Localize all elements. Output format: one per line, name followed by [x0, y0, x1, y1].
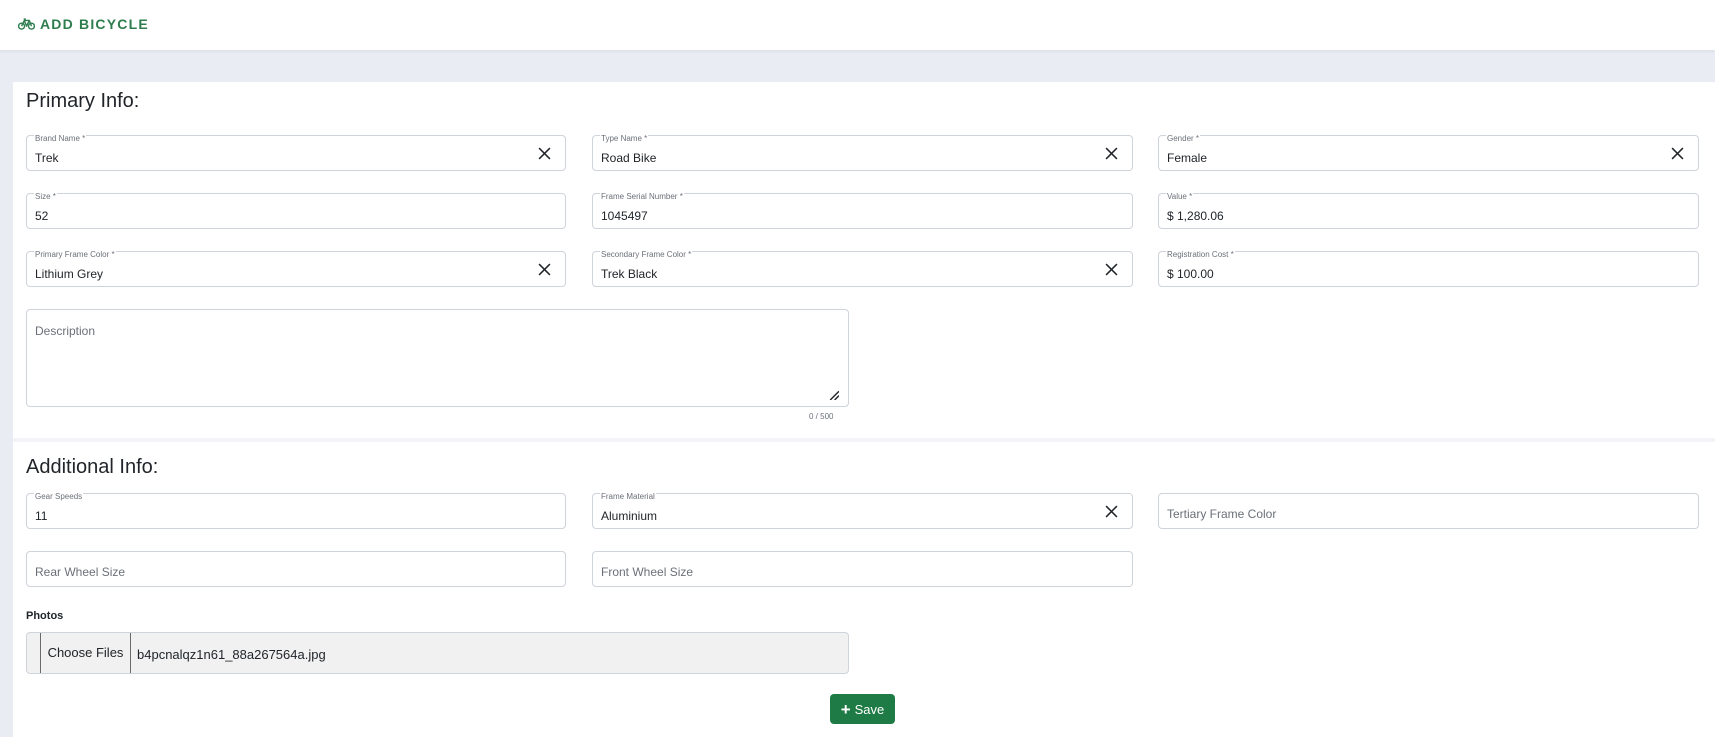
- description-textarea[interactable]: Description: [26, 309, 849, 407]
- choose-files-button[interactable]: Choose Files: [40, 633, 131, 673]
- frame-material-field[interactable]: Frame Material Aluminium: [592, 492, 1133, 529]
- page-title-text: ADD BICYCLE: [40, 16, 149, 32]
- top-bar: ADD BICYCLE: [0, 0, 1715, 51]
- gender-label: Gender *: [1166, 134, 1201, 144]
- value-value: $ 1,280.06: [1167, 209, 1224, 223]
- clear-primary-color-icon[interactable]: [538, 263, 551, 276]
- primary-info-title: Primary Info:: [26, 90, 140, 112]
- size-field[interactable]: Size * 52: [26, 192, 566, 229]
- description-counter: 0 / 500: [809, 412, 834, 421]
- registration-cost-value: $ 100.00: [1167, 267, 1214, 281]
- gender-value: Female: [1167, 151, 1208, 165]
- bicycle-form: Primary Info: Brand Name * Trek Type Nam…: [13, 82, 1715, 737]
- clear-secondary-color-icon[interactable]: [1105, 263, 1118, 276]
- registration-cost-field[interactable]: Registration Cost * $ 100.00: [1158, 250, 1699, 287]
- clear-frame-material-icon[interactable]: [1105, 505, 1118, 518]
- size-label: Size *: [34, 192, 57, 202]
- frame-serial-label: Frame Serial Number *: [600, 192, 684, 202]
- section-divider: [13, 438, 1715, 442]
- value-label: Value *: [1166, 192, 1194, 202]
- clear-gender-icon[interactable]: [1671, 147, 1684, 160]
- secondary-frame-color-field[interactable]: Secondary Frame Color * Trek Black: [592, 250, 1133, 287]
- save-button-label: Save: [854, 701, 885, 717]
- primary-frame-color-label: Primary Frame Color *: [34, 250, 116, 260]
- gear-speeds-label: Gear Speeds: [34, 492, 84, 502]
- gear-speeds-field[interactable]: Gear Speeds 11: [26, 492, 566, 529]
- front-wheel-size-placeholder: Front Wheel Size: [601, 565, 694, 579]
- frame-material-label: Frame Material: [600, 492, 656, 502]
- resize-handle-icon[interactable]: [828, 389, 839, 400]
- photos-file-input[interactable]: Choose Files b4pcnalqz1n61_88a267564a.jp…: [26, 632, 849, 674]
- type-name-value: Road Bike: [601, 151, 657, 165]
- primary-frame-color-value: Lithium Grey: [35, 267, 104, 281]
- brand-name-value: Trek: [35, 151, 59, 165]
- description-placeholder: Description: [35, 324, 96, 338]
- primary-frame-color-field[interactable]: Primary Frame Color * Lithium Grey: [26, 250, 566, 287]
- brand-name-label: Brand Name *: [34, 134, 87, 144]
- secondary-frame-color-value: Trek Black: [601, 267, 658, 281]
- brand-name-field[interactable]: Brand Name * Trek: [26, 134, 566, 171]
- frame-serial-value: 1045497: [601, 209, 648, 223]
- value-field[interactable]: Value * $ 1,280.06: [1158, 192, 1699, 229]
- front-wheel-size-field[interactable]: Front Wheel Size: [592, 551, 1133, 587]
- gear-speeds-value: 11: [35, 509, 48, 523]
- bicycle-icon: [18, 18, 35, 30]
- gender-field[interactable]: Gender * Female: [1158, 134, 1699, 171]
- page-title: ADD BICYCLE: [18, 16, 149, 32]
- photos-label: Photos: [26, 610, 64, 622]
- type-name-field[interactable]: Type Name * Road Bike: [592, 134, 1133, 171]
- additional-info-title: Additional Info:: [26, 456, 159, 478]
- type-name-label: Type Name *: [600, 134, 649, 144]
- rear-wheel-size-placeholder: Rear Wheel Size: [35, 565, 126, 579]
- selected-file-name: b4pcnalqz1n61_88a267564a.jpg: [137, 647, 326, 662]
- secondary-frame-color-label: Secondary Frame Color *: [600, 250, 693, 260]
- clear-brand-icon[interactable]: [538, 147, 551, 160]
- save-button[interactable]: + Save: [830, 694, 895, 724]
- registration-cost-label: Registration Cost *: [1166, 250, 1235, 260]
- frame-material-value: Aluminium: [601, 509, 658, 523]
- rear-wheel-size-field[interactable]: Rear Wheel Size: [26, 551, 566, 587]
- tertiary-frame-color-placeholder: Tertiary Frame Color: [1167, 507, 1277, 521]
- tertiary-frame-color-field[interactable]: Tertiary Frame Color: [1158, 493, 1699, 529]
- clear-type-icon[interactable]: [1105, 147, 1118, 160]
- frame-serial-field[interactable]: Frame Serial Number * 1045497: [592, 192, 1133, 229]
- size-value: 52: [35, 209, 49, 223]
- plus-icon: +: [840, 699, 851, 719]
